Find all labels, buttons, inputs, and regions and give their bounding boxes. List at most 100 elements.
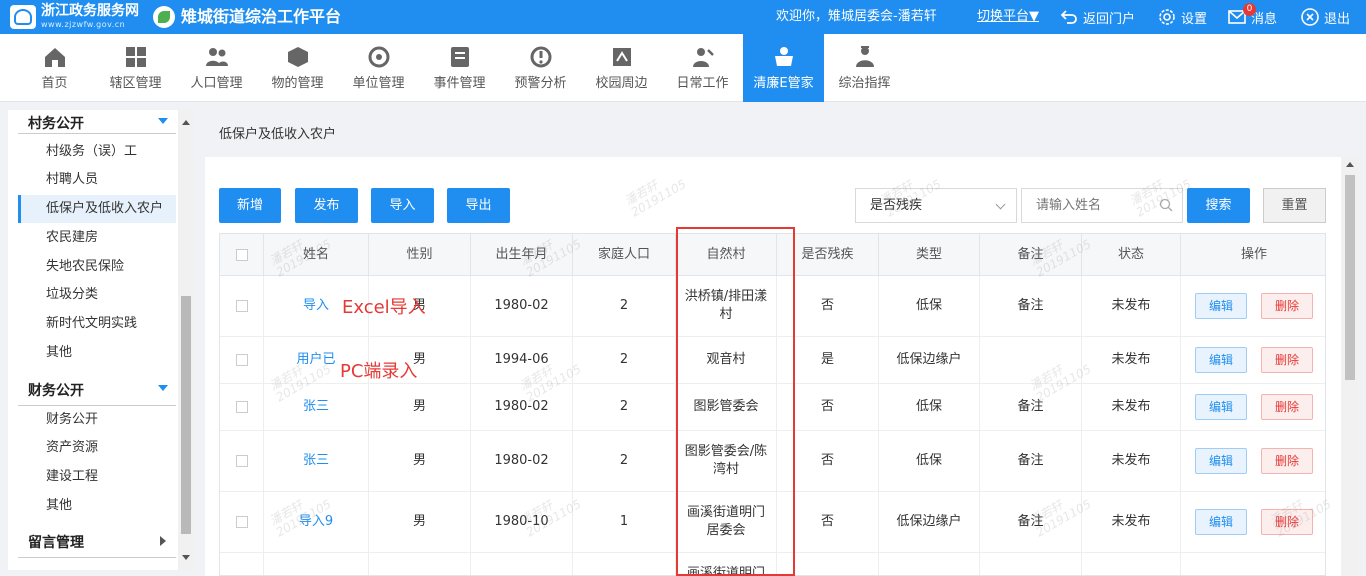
nav-command[interactable]: 综治指挥: [824, 34, 905, 102]
search-button[interactable]: 搜索: [1187, 188, 1250, 223]
edit-button[interactable]: 编辑: [1195, 448, 1247, 474]
sidebar-group-label: 财务公开: [28, 383, 84, 399]
sidebar-group-messages[interactable]: 留言管理: [18, 526, 176, 558]
birth-cell: 1980-02: [471, 431, 573, 492]
back-portal-button[interactable]: 返回门户: [1059, 6, 1135, 28]
sidebar-group-finance[interactable]: 财务公开: [18, 374, 176, 406]
type-cell: [879, 553, 980, 575]
edit-button[interactable]: 编辑: [1195, 394, 1247, 420]
name-cell-link[interactable]: 导入9: [264, 492, 369, 553]
delete-button[interactable]: 删除: [1261, 394, 1313, 420]
reset-button[interactable]: 重置: [1263, 188, 1326, 223]
nav-warning[interactable]: 预警分析: [500, 34, 581, 102]
note-cell: [980, 337, 1082, 384]
scroll-up-icon[interactable]: [182, 120, 190, 125]
row-checkbox-cell[interactable]: [220, 337, 264, 384]
export-button[interactable]: 导出: [447, 188, 510, 223]
content-scrollbar[interactable]: [1342, 157, 1358, 576]
type-cell: 低保边缘户: [879, 492, 980, 553]
nav-label: 首页: [41, 76, 68, 91]
disabled-filter-select[interactable]: 是否残疾: [855, 188, 1017, 223]
sidebar-item[interactable]: 其他: [18, 339, 176, 367]
sidebar-item[interactable]: 建设工程: [18, 463, 176, 491]
switch-platform-link[interactable]: 切换平台▼: [977, 9, 1039, 25]
column-header: 姓名: [264, 234, 369, 276]
operation-cell: 编辑 删除: [1181, 337, 1325, 384]
family-cell: [573, 553, 676, 575]
event-icon: [451, 47, 469, 67]
row-checkbox-cell[interactable]: [220, 553, 264, 575]
scrollbar-thumb[interactable]: [1345, 175, 1355, 380]
note-cell: 备注: [980, 276, 1082, 337]
row-checkbox[interactable]: [235, 401, 248, 413]
gender-cell: [369, 553, 471, 575]
nav-label: 辖区管理: [109, 76, 162, 91]
row-checkbox[interactable]: [235, 516, 248, 528]
welcome-text: 欢迎你，雉城居委会-潘若轩: [776, 9, 937, 24]
header-checkbox-cell[interactable]: [220, 234, 264, 276]
scroll-up-icon[interactable]: [1346, 162, 1354, 167]
row-checkbox-cell[interactable]: [220, 492, 264, 553]
row-checkbox-cell[interactable]: [220, 384, 264, 431]
sidebar-item[interactable]: 财务公开: [18, 406, 176, 434]
nav-units[interactable]: 单位管理: [338, 34, 419, 102]
sidebar-group-village-affairs[interactable]: 村务公开: [18, 110, 176, 134]
settings-button[interactable]: 设置: [1157, 6, 1207, 28]
import-button[interactable]: 导入: [371, 188, 434, 223]
sidebar-item[interactable]: 其他: [18, 492, 176, 520]
delete-button[interactable]: 删除: [1261, 448, 1313, 474]
home-icon: [45, 48, 65, 67]
status-cell: 未发布: [1082, 431, 1181, 492]
sidebar-item[interactable]: 农民建房: [18, 224, 176, 252]
sidebar-item[interactable]: 村聘人员: [18, 166, 176, 194]
column-header: 类型: [879, 234, 980, 276]
column-header: 备注: [980, 234, 1082, 276]
sidebar-item[interactable]: 新时代文明实践: [18, 310, 176, 338]
nav-jurisdiction[interactable]: 辖区管理: [95, 34, 176, 102]
delete-button[interactable]: 删除: [1261, 347, 1313, 373]
nav-clean-e[interactable]: 清廉E管家: [743, 34, 824, 102]
sidebar-item[interactable]: 资产资源: [18, 434, 176, 462]
village-column-highlight: [676, 227, 795, 576]
column-header: 家庭人口: [573, 234, 676, 276]
scroll-down-icon[interactable]: [182, 555, 190, 560]
sidebar-group-label: 村务公开: [28, 116, 84, 132]
nav-daily[interactable]: 日常工作: [662, 34, 743, 102]
delete-button[interactable]: 删除: [1261, 509, 1313, 535]
operation-cell: 编辑 删除: [1181, 431, 1325, 492]
name-cell-link[interactable]: 张三: [264, 384, 369, 431]
delete-button[interactable]: 删除: [1261, 293, 1313, 319]
sidebar-item[interactable]: 垃圾分类: [18, 281, 176, 309]
row-checkbox[interactable]: [235, 354, 248, 366]
nav-objects[interactable]: 物的管理: [257, 34, 338, 102]
nav-campus[interactable]: 校园周边: [581, 34, 662, 102]
edit-button[interactable]: 编辑: [1195, 509, 1247, 535]
edit-button[interactable]: 编辑: [1195, 347, 1247, 373]
select-all-checkbox[interactable]: [235, 248, 248, 261]
nav-population[interactable]: 人口管理: [176, 34, 257, 102]
command-icon: [856, 46, 874, 67]
add-button[interactable]: 新增: [219, 188, 281, 223]
status-cell: [1082, 553, 1181, 575]
nav-home[interactable]: 首页: [14, 34, 95, 102]
sidebar-item[interactable]: 村级务（误）工: [18, 138, 176, 166]
sidebar-item[interactable]: 失地农民保险: [18, 253, 176, 281]
messages-button[interactable]: 0 消息: [1227, 3, 1277, 28]
operation-cell: 编辑 删除: [1181, 492, 1325, 553]
logout-button[interactable]: 退出: [1300, 6, 1350, 28]
scrollbar-thumb[interactable]: [181, 296, 191, 534]
operation-cell: [1181, 553, 1325, 575]
row-checkbox[interactable]: [235, 300, 248, 312]
edit-button[interactable]: 编辑: [1195, 293, 1247, 319]
name-cell-link[interactable]: [264, 553, 369, 575]
sidebar-scrollbar[interactable]: [178, 110, 194, 570]
sidebar-item-low-income[interactable]: 低保户及低收入农户: [18, 195, 176, 223]
row-checkbox-cell[interactable]: [220, 276, 264, 337]
row-checkbox-cell[interactable]: [220, 431, 264, 492]
gear-icon: [1159, 9, 1175, 25]
name-cell-link[interactable]: 张三: [264, 431, 369, 492]
row-checkbox[interactable]: [235, 455, 248, 467]
type-cell: 低保边缘户: [879, 337, 980, 384]
nav-events[interactable]: 事件管理: [419, 34, 500, 102]
publish-button[interactable]: 发布: [295, 188, 358, 223]
